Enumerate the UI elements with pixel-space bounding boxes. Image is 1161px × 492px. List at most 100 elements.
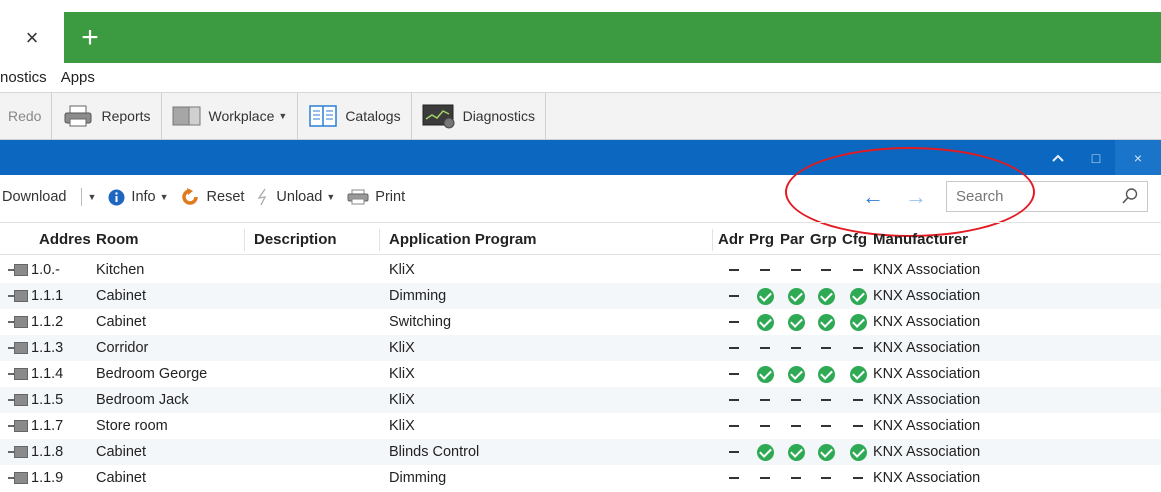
menu-item-apps[interactable]: Apps bbox=[61, 69, 95, 86]
cell-application: Dimming bbox=[389, 470, 447, 486]
panel-header: □ × bbox=[0, 140, 1161, 175]
reset-button[interactable]: Reset bbox=[181, 188, 245, 206]
cell-room: Cabinet bbox=[96, 314, 146, 330]
catalogs-label: Catalogs bbox=[345, 108, 401, 124]
column-header-par[interactable]: Par bbox=[780, 231, 804, 248]
menu-item-diagnostics[interactable]: nostics bbox=[0, 69, 47, 86]
cell-manufacturer: KNX Association bbox=[873, 418, 981, 434]
reports-button[interactable]: Reports bbox=[52, 93, 162, 139]
column-divider[interactable] bbox=[379, 229, 380, 251]
table-row[interactable]: 1.1.4 Bedroom George KliX KNX Association bbox=[0, 361, 1161, 387]
reports-label: Reports bbox=[101, 108, 151, 124]
status-ok-icon bbox=[757, 444, 774, 461]
status-none-icon bbox=[821, 399, 831, 401]
printer-icon bbox=[64, 105, 92, 127]
workplace-icon bbox=[172, 106, 200, 126]
close-icon: × bbox=[1133, 149, 1143, 166]
column-header-address[interactable]: Addres bbox=[39, 231, 91, 248]
cell-address: 1.1.5 bbox=[31, 392, 64, 408]
diagnostics-monitor-icon bbox=[422, 104, 455, 129]
column-header-cfg[interactable]: Cfg bbox=[842, 231, 867, 248]
status-ok-icon bbox=[850, 288, 867, 305]
cell-address: 1.0.- bbox=[31, 262, 61, 278]
maximize-panel-button[interactable]: □ bbox=[1077, 140, 1115, 175]
catalog-icon bbox=[309, 105, 338, 127]
cell-address: 1.1.7 bbox=[31, 418, 64, 434]
status-none-icon bbox=[791, 399, 801, 401]
status-ok-icon bbox=[818, 314, 835, 331]
device-icon bbox=[8, 368, 30, 380]
status-none-icon bbox=[760, 347, 770, 349]
collapse-panel-button[interactable] bbox=[1039, 140, 1077, 175]
device-icon bbox=[8, 342, 30, 354]
download-button[interactable]: Download bbox=[2, 189, 67, 205]
print-button[interactable]: Print bbox=[347, 189, 405, 205]
printer-icon bbox=[347, 189, 369, 205]
status-none-icon bbox=[729, 399, 739, 401]
status-none-icon bbox=[853, 347, 863, 349]
column-divider[interactable] bbox=[712, 229, 713, 251]
table-row[interactable]: 1.1.3 Corridor KliX KNX Association bbox=[0, 335, 1161, 361]
status-none-icon bbox=[791, 477, 801, 479]
reset-label: Reset bbox=[206, 189, 245, 205]
unload-button[interactable]: Unload ▼ bbox=[256, 188, 335, 206]
status-none-icon bbox=[729, 425, 739, 427]
table-row[interactable]: 1.1.2 Cabinet Switching KNX Association bbox=[0, 309, 1161, 335]
column-divider[interactable] bbox=[244, 229, 245, 251]
main-toolbar: Redo Reports Workplace ▼ Catalogs Diagno… bbox=[0, 92, 1161, 140]
status-none-icon bbox=[853, 477, 863, 479]
cell-address: 1.1.2 bbox=[31, 314, 64, 330]
status-none-icon bbox=[760, 425, 770, 427]
back-arrow-icon[interactable]: ← bbox=[862, 184, 884, 210]
tab-strip bbox=[0, 12, 1161, 63]
column-header-application[interactable]: Application Program bbox=[389, 231, 537, 248]
workplace-button[interactable]: Workplace ▼ bbox=[162, 93, 299, 139]
magnifier-icon[interactable] bbox=[1121, 187, 1139, 205]
info-button[interactable]: Info ▼ bbox=[108, 189, 169, 206]
cell-application: Dimming bbox=[389, 288, 447, 304]
cell-room: Bedroom Jack bbox=[96, 392, 189, 408]
new-tab-button[interactable]: + bbox=[64, 12, 116, 63]
table-row[interactable]: 1.0.- Kitchen KliX KNX Association bbox=[0, 257, 1161, 283]
column-header-description[interactable]: Description bbox=[254, 231, 337, 248]
status-none-icon bbox=[821, 477, 831, 479]
chevron-up-icon bbox=[1052, 154, 1064, 162]
download-dropdown-button[interactable]: ▼ bbox=[88, 192, 97, 202]
info-icon bbox=[108, 189, 125, 206]
cell-application: KliX bbox=[389, 340, 415, 356]
table-row[interactable]: 1.1.7 Store room KliX KNX Association bbox=[0, 413, 1161, 439]
table-row[interactable]: 1.1.9 Cabinet Dimming KNX Association bbox=[0, 465, 1161, 491]
cell-manufacturer: KNX Association bbox=[873, 470, 981, 486]
cell-application: KliX bbox=[389, 366, 415, 382]
column-header-adr[interactable]: Adr bbox=[718, 231, 744, 248]
forward-arrow-icon[interactable]: → bbox=[905, 184, 927, 210]
unload-label: Unload bbox=[276, 189, 323, 205]
status-ok-icon bbox=[818, 288, 835, 305]
table-row[interactable]: 1.1.5 Bedroom Jack KliX KNX Association bbox=[0, 387, 1161, 413]
cell-address: 1.1.1 bbox=[31, 288, 64, 304]
table-row[interactable]: 1.1.1 Cabinet Dimming KNX Association bbox=[0, 283, 1161, 309]
column-header-grp[interactable]: Grp bbox=[810, 231, 837, 248]
close-panel-button[interactable]: × bbox=[1115, 140, 1161, 175]
close-tab-button[interactable]: × bbox=[0, 12, 64, 63]
device-icon bbox=[8, 290, 30, 302]
unload-bolt-icon bbox=[256, 188, 270, 206]
status-ok-icon bbox=[788, 288, 805, 305]
reset-icon bbox=[181, 188, 201, 206]
cell-address: 1.1.3 bbox=[31, 340, 64, 356]
diagnostics-button[interactable]: Diagnostics bbox=[412, 93, 546, 139]
print-label: Print bbox=[375, 189, 406, 205]
table-row[interactable]: 1.1.8 Cabinet Blinds Control KNX Associatio… bbox=[0, 439, 1161, 465]
status-ok-icon bbox=[788, 366, 805, 383]
column-header-room[interactable]: Room bbox=[96, 231, 139, 248]
search-input[interactable] bbox=[947, 182, 1107, 211]
cell-application: KliX bbox=[389, 418, 415, 434]
column-header-manufacturer[interactable]: Manufacturer bbox=[873, 231, 968, 248]
diagnostics-label: Diagnostics bbox=[462, 108, 535, 124]
status-ok-icon bbox=[757, 366, 774, 383]
catalogs-button[interactable]: Catalogs bbox=[298, 93, 412, 139]
cell-address: 1.1.9 bbox=[31, 470, 64, 486]
column-header-prg[interactable]: Prg bbox=[749, 231, 774, 248]
redo-button[interactable]: Redo bbox=[0, 93, 53, 139]
maximize-icon: □ bbox=[1091, 149, 1101, 166]
